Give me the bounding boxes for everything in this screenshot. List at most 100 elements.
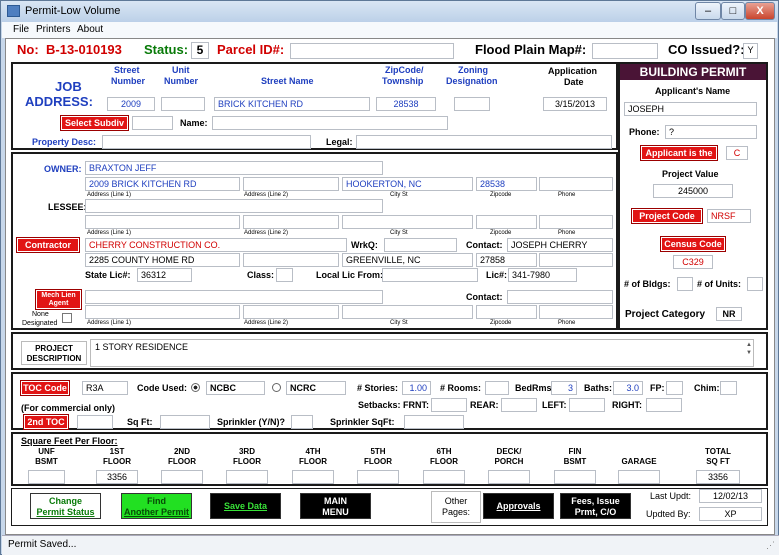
- maximize-button[interactable]: □: [721, 2, 745, 20]
- floor-sqft-field[interactable]: [618, 470, 660, 484]
- legal-field[interactable]: [356, 135, 612, 149]
- second-toc-field[interactable]: [77, 415, 113, 429]
- floor-sqft-field[interactable]: [423, 470, 465, 484]
- property-desc-field[interactable]: [102, 135, 311, 149]
- save-data-button[interactable]: Save Data: [210, 493, 281, 519]
- setback-front-field[interactable]: [431, 398, 467, 412]
- census-code-field[interactable]: C329: [673, 255, 713, 269]
- census-code-button[interactable]: Census Code: [661, 237, 725, 251]
- mech-lien-addr1-field[interactable]: [85, 305, 240, 319]
- lessee-zip-field[interactable]: [476, 215, 537, 229]
- description-scroll-icon[interactable]: ▲ ▼: [746, 341, 752, 357]
- title-bar[interactable]: Permit-Low Volume – □ X: [1, 1, 778, 22]
- bldgs-field[interactable]: [677, 277, 693, 291]
- rooms-field[interactable]: [485, 381, 509, 395]
- floor-sqft-field[interactable]: [292, 470, 334, 484]
- baths-field[interactable]: 3.0: [613, 381, 643, 395]
- owner-zip-field[interactable]: 28538: [476, 177, 537, 191]
- contractor-addr2-field[interactable]: [243, 253, 339, 267]
- zoning-field[interactable]: [454, 97, 490, 111]
- class-field[interactable]: [276, 268, 293, 282]
- project-code-button[interactable]: Project Code: [632, 209, 702, 223]
- contractor-contact-field[interactable]: JOSEPH CHERRY: [507, 238, 613, 252]
- sprinkler-sqft-field[interactable]: [404, 415, 464, 429]
- mech-lien-addr2-field[interactable]: [243, 305, 339, 319]
- stories-field[interactable]: 1.00: [402, 381, 431, 395]
- project-code-field[interactable]: NRSF: [707, 209, 751, 223]
- find-another-permit-button[interactable]: Find Another Permit: [121, 493, 192, 519]
- toc-code-button[interactable]: TOC Code: [21, 381, 69, 395]
- subdiv-name-field[interactable]: [212, 116, 448, 130]
- resize-grip-icon[interactable]: ⋰: [766, 540, 775, 551]
- applicant-is-the-button[interactable]: Applicant is the: [641, 146, 717, 160]
- contractor-button[interactable]: Contractor: [17, 238, 79, 252]
- floor-sqft-field[interactable]: [161, 470, 203, 484]
- contractor-zip-field[interactable]: 27858: [476, 253, 537, 267]
- sq-ft-field[interactable]: [160, 415, 210, 429]
- zip-field[interactable]: 28538: [376, 97, 436, 111]
- applicant-name-field[interactable]: JOSEPH: [624, 102, 757, 116]
- mech-lien-city-field[interactable]: [342, 305, 473, 319]
- mech-lien-contact-field[interactable]: [507, 290, 613, 304]
- floor-sqft-field[interactable]: [357, 470, 399, 484]
- fp-field[interactable]: [666, 381, 683, 395]
- mech-lien-zip-field[interactable]: [476, 305, 537, 319]
- contractor-name-field[interactable]: CHERRY CONSTRUCTION CO.: [85, 238, 347, 252]
- setback-right-field[interactable]: [646, 398, 682, 412]
- menu-file[interactable]: File: [13, 24, 29, 35]
- project-description-field[interactable]: 1 STORY RESIDENCE: [90, 339, 754, 367]
- status-field[interactable]: 5: [191, 42, 209, 59]
- owner-name-field[interactable]: BRAXTON JEFF: [85, 161, 383, 175]
- subdiv-field[interactable]: [132, 116, 173, 130]
- menu-printers[interactable]: Printers: [36, 24, 70, 35]
- chim-field[interactable]: [720, 381, 737, 395]
- co-issued-field[interactable]: Y: [743, 43, 758, 59]
- applicant-is-field[interactable]: C: [726, 146, 748, 160]
- lessee-phone-field[interactable]: [539, 215, 613, 229]
- flood-plain-field[interactable]: [592, 43, 658, 59]
- floor-sqft-field[interactable]: [28, 470, 65, 484]
- ncrc-radio[interactable]: [272, 383, 281, 392]
- wrkq-field[interactable]: [384, 238, 457, 252]
- floor-sqft-field[interactable]: [226, 470, 268, 484]
- select-subdiv-button[interactable]: Select Subdiv: [61, 116, 128, 130]
- local-lic-field[interactable]: [382, 268, 478, 282]
- fees-issue-button[interactable]: Fees, Issue Prmt, C/O: [560, 493, 631, 519]
- lessee-addr2-field[interactable]: [243, 215, 339, 229]
- state-lic-field[interactable]: 36312: [137, 268, 192, 282]
- project-value-field[interactable]: 245000: [653, 184, 733, 198]
- owner-addr2-field[interactable]: [243, 177, 339, 191]
- unit-number-field[interactable]: [161, 97, 205, 111]
- street-name-field[interactable]: BRICK KITCHEN RD: [214, 97, 370, 111]
- street-number-field[interactable]: 2009: [107, 97, 155, 111]
- ncbc-radio[interactable]: [191, 383, 200, 392]
- mech-lien-agent-button[interactable]: Mech Lien Agent: [36, 290, 81, 309]
- mech-lien-name-field[interactable]: [85, 290, 383, 304]
- units-field[interactable]: [747, 277, 763, 291]
- minimize-button[interactable]: –: [695, 2, 721, 20]
- none-designated-checkbox[interactable]: [62, 313, 72, 323]
- lessee-addr1-field[interactable]: [85, 215, 240, 229]
- contractor-city-field[interactable]: GREENVILLE, NC: [342, 253, 473, 267]
- parcel-id-field[interactable]: [290, 43, 454, 59]
- phone-field[interactable]: ?: [665, 125, 757, 139]
- floor-sqft-field[interactable]: [554, 470, 596, 484]
- contractor-addr1-field[interactable]: 2285 COUNTY HOME RD: [85, 253, 240, 267]
- setback-left-field[interactable]: [569, 398, 605, 412]
- floor-sqft-field[interactable]: 3356: [696, 470, 740, 484]
- owner-phone-field[interactable]: [539, 177, 613, 191]
- sprinkler-field[interactable]: [291, 415, 313, 429]
- lessee-name-field[interactable]: [85, 199, 383, 213]
- owner-city-field[interactable]: HOOKERTON, NC: [342, 177, 473, 191]
- application-date-field[interactable]: 3/15/2013: [543, 97, 607, 111]
- bedrms-field[interactable]: 3: [551, 381, 577, 395]
- mech-lien-phone-field[interactable]: [539, 305, 613, 319]
- owner-addr1-field[interactable]: 2009 BRICK KITCHEN RD: [85, 177, 240, 191]
- toc-code-field[interactable]: R3A: [82, 381, 128, 395]
- floor-sqft-field[interactable]: 3356: [96, 470, 138, 484]
- updt-by-field[interactable]: XP: [699, 507, 762, 521]
- menu-about[interactable]: About: [77, 24, 103, 35]
- last-updt-field[interactable]: 12/02/13: [699, 489, 762, 503]
- project-category-field[interactable]: NR: [716, 307, 742, 321]
- approvals-button[interactable]: Approvals: [483, 493, 554, 519]
